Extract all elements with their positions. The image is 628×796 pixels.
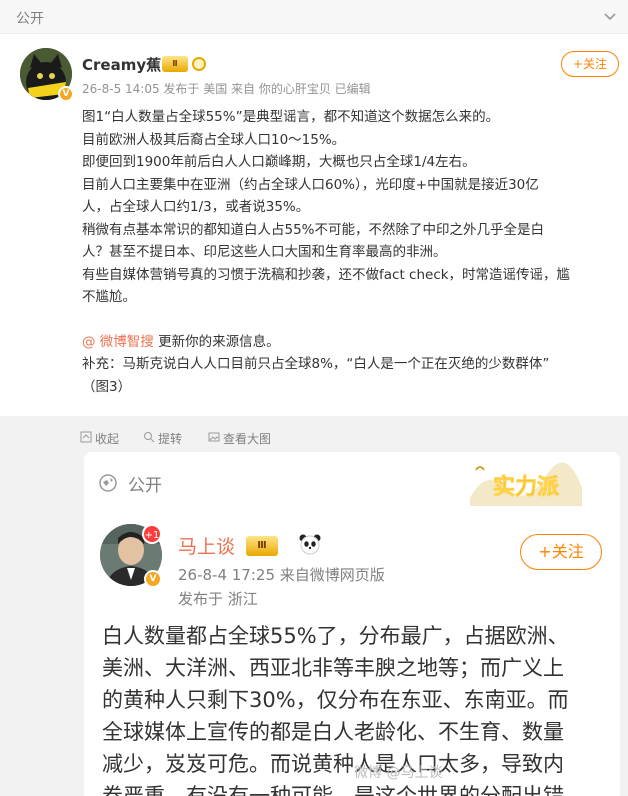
text-line: 不尴尬。 [82,289,136,305]
text-line: 人？甚至不提日本、印尼这些人口大国和生育率最高的非洲。 [82,244,447,260]
follow-button[interactable]: +关注 [520,534,602,570]
text-line: 美洲、大洋洲、西亚北非等丰腴之地等；而广义上 [102,656,564,680]
text-line: 有些自媒体营销号真的习惯于洗稿和抄袭，还不做fact check，时常造谣传谣，… [82,266,571,283]
visibility-bar: 公开 [0,0,628,34]
view-image-label: 查看大图 [223,432,272,446]
embedded-post-image[interactable]: 公开 实力派 +1 V 马上谈 Ⅲ 26-8-4 17:25 来自微博网页版 发… [84,452,620,796]
post-meta: 26-8-4 17:25 来自微博网页版 [178,566,385,584]
text-line: （图3） [82,378,132,395]
chevron-down-icon[interactable] [602,8,618,28]
text-line: 白人数量都占全球55%了，分布最广，占据欧洲、 [102,624,569,648]
level-badge: Ⅲ [246,536,278,556]
username[interactable]: 马上谈 [178,532,235,559]
search-icon [144,432,155,443]
banner-text: 实力派 [493,474,559,500]
text-line: 人，占全球人口约1/3，或者说35%。 [82,199,310,215]
visibility-label: 公开 [128,476,162,496]
weibo-post: V Creamy蕉 Ⅱ 26-8-5 14:05 发布于 美国 来自 你的心肝宝… [0,34,628,416]
repost-label: 提转 [158,432,183,446]
image-icon [208,432,220,442]
text-line: 补充：马斯克说白人人口目前只占全球8%，“白人是一个正在灭绝的少数群体” [82,356,550,372]
text-line: 全球媒体上宣传的都是白人老龄化、不生育、数量 [102,720,564,744]
mention-link[interactable]: @ 微博智搜 [82,334,154,350]
post-text: 图1“白人数量占全球55%”是典型谣言，都不知道这个数据怎么来的。 目前欧洲人极… [82,106,622,398]
mention-line: @ 微博智搜 更新你的来源信息。 [82,331,622,354]
visibility-label: 公开 [16,11,44,27]
text-line: 卷严重，有没有一种可能，是这个世界的分配出错 [102,784,564,796]
verified-badge: V [144,570,162,588]
text-line: 即便回到1900年前后白人人口巅峰期，大概也只占全球1/4左右。 [82,154,476,170]
collapse-label: 收起 [95,432,120,446]
notification-badge: +1 [142,524,162,544]
username[interactable]: Creamy蕉 [82,54,161,75]
text-line: 图1“白人数量占全球55%”是典型谣言，都不知道这个数据怎么来的。 [82,109,500,125]
follow-button[interactable]: +关注 [561,51,619,77]
verified-badge: V [58,86,74,102]
post-location: 发布于 浙江 [178,590,258,608]
text-line: 目前人口主要集中在亚洲（约占全球人口60%），光印度+中国就是接近30亿 [82,176,539,193]
panda-icon [298,532,322,560]
watermark: 微博 @马上谈 [354,765,443,781]
post-meta: 26-8-5 14:05 发布于 美国 来自 你的心肝宝贝 已编辑 [82,82,371,96]
banner-image: 实力派 [466,458,586,510]
level-badge: Ⅱ [162,56,188,72]
text-line: 目前欧洲人极其后裔占全球人口10～15%。 [82,131,346,148]
text-line: 的黄种人只剩下30%，仅分布在东亚、东南亚。而 [102,688,569,712]
collapse-icon [80,431,92,443]
mention-text: 更新你的来源信息。 [153,333,280,350]
text-line: 稍微有点基本常识的都知道白人占55%不可能，不然除了中印之外几乎全是白 [82,221,545,238]
medal-icon [192,57,206,71]
globe-icon [98,473,118,497]
